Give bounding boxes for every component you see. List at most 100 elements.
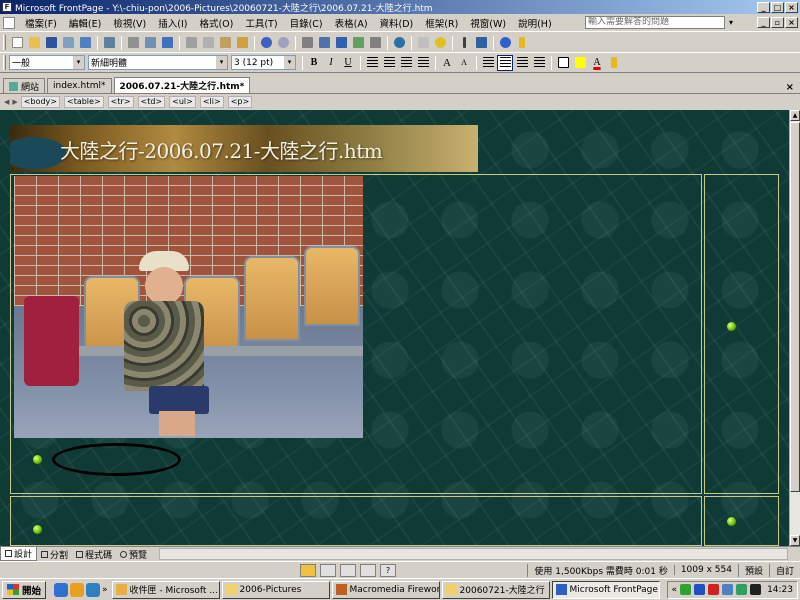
firefox-icon[interactable] xyxy=(86,582,101,597)
close-tab-icon[interactable]: × xyxy=(786,82,794,93)
page-banner[interactable]: 大陸之行-2006.07.21-大陸之行.htm xyxy=(10,125,478,172)
toolbar-options-icon[interactable] xyxy=(514,35,530,51)
web-component-icon[interactable] xyxy=(299,35,315,51)
tab-web-site[interactable]: 網站 xyxy=(3,78,46,93)
tray-expand-icon[interactable]: « xyxy=(672,585,678,595)
task-inbox[interactable]: 收件匣 - Microsoft ... xyxy=(111,580,220,599)
hyperlink-icon[interactable] xyxy=(391,35,407,51)
align-left-icon[interactable] xyxy=(364,55,380,71)
task-fireworks[interactable]: Macromedia Firewor... xyxy=(331,580,440,599)
numbering-icon[interactable] xyxy=(480,55,496,71)
internet-explorer-icon[interactable] xyxy=(54,582,69,597)
tab-index-html[interactable]: index.html* xyxy=(47,78,112,93)
increase-font-button[interactable]: A xyxy=(439,55,455,71)
drawing-icon[interactable] xyxy=(367,35,383,51)
task-frontpage[interactable]: Microsoft FrontPage ... xyxy=(551,580,660,599)
spelling-icon[interactable] xyxy=(159,35,175,51)
borders-icon[interactable] xyxy=(555,55,571,71)
chevron-down-icon[interactable]: ▾ xyxy=(216,56,227,69)
undo-icon[interactable] xyxy=(258,35,274,51)
stop-icon[interactable] xyxy=(432,35,448,51)
network-icon[interactable] xyxy=(680,584,692,595)
scroll-up-icon[interactable]: ▲ xyxy=(790,110,800,121)
bold-button[interactable]: B xyxy=(306,55,322,71)
table-cell-right[interactable] xyxy=(704,174,779,494)
scroll-down-icon[interactable]: ▼ xyxy=(790,535,800,546)
input-method-icon[interactable] xyxy=(750,584,762,595)
update-icon[interactable] xyxy=(736,584,748,595)
toggle-pane-icon[interactable] xyxy=(101,35,117,51)
horizontal-scrollbar[interactable] xyxy=(159,548,788,560)
menu-tools[interactable]: 工具(T) xyxy=(239,16,283,30)
paste-icon[interactable] xyxy=(217,35,233,51)
ime-icon[interactable] xyxy=(300,563,316,577)
tag-left-arrow-icon[interactable]: ◀ xyxy=(4,98,9,106)
font-color-button[interactable]: A xyxy=(589,55,605,71)
tag-table[interactable]: <table> xyxy=(63,96,104,108)
save-button[interactable] xyxy=(43,35,59,51)
toolbar-options-icon[interactable] xyxy=(606,55,622,71)
justify-icon[interactable] xyxy=(415,55,431,71)
view-split[interactable]: 分割 xyxy=(37,548,72,561)
chevron-down-icon[interactable]: ▾ xyxy=(73,56,84,69)
help-dropdown-arrow[interactable]: ▾ xyxy=(729,18,739,27)
menu-table[interactable]: 表格(A) xyxy=(329,16,374,30)
keyboard-icon[interactable] xyxy=(320,563,336,577)
tag-tr[interactable]: <tr> xyxy=(107,96,134,108)
align-right-icon[interactable] xyxy=(398,55,414,71)
help-question-input[interactable]: 輸入需要解答的問題 xyxy=(585,16,725,29)
insert-table-icon[interactable] xyxy=(316,35,332,51)
view-preview[interactable]: 預覽 xyxy=(116,548,151,561)
vertical-scrollbar[interactable]: ▲ ▼ xyxy=(789,110,800,546)
design-editor[interactable]: 大陸之行-2006.07.21-大陸之行.htm xyxy=(0,110,789,546)
increase-indent-icon[interactable] xyxy=(531,55,547,71)
clock[interactable]: 14:23 xyxy=(767,585,793,595)
redo-icon[interactable] xyxy=(275,35,291,51)
new-page-button[interactable] xyxy=(9,35,25,51)
chevron-down-icon[interactable]: ▾ xyxy=(284,56,295,69)
volume-icon[interactable] xyxy=(722,584,734,595)
menu-format[interactable]: 格式(O) xyxy=(193,16,239,30)
menu-data[interactable]: 資料(D) xyxy=(374,16,420,30)
preview-browser-icon[interactable] xyxy=(142,35,158,51)
bullets-icon[interactable] xyxy=(497,54,513,71)
help-icon[interactable]: ? xyxy=(380,563,396,577)
document-icon[interactable] xyxy=(3,16,15,29)
italic-button[interactable]: I xyxy=(323,55,339,71)
frontpage-app-icon[interactable]: F xyxy=(2,2,12,12)
close-button[interactable]: × xyxy=(785,1,798,13)
print-icon[interactable] xyxy=(125,35,141,51)
cut-icon[interactable] xyxy=(183,35,199,51)
tag-body[interactable]: <body> xyxy=(20,96,60,108)
menu-insert[interactable]: 插入(I) xyxy=(152,16,193,30)
view-design[interactable]: 設計 xyxy=(0,547,38,561)
tag-td[interactable]: <td> xyxy=(137,96,166,108)
download-time-status[interactable]: 使用 1,500Kbps 需費時 0:01 秒 xyxy=(527,563,673,577)
publish-icon[interactable] xyxy=(77,35,93,51)
quick-launch-overflow[interactable]: » xyxy=(102,585,108,595)
decrease-indent-icon[interactable] xyxy=(514,55,530,71)
menu-edit[interactable]: 編輯(E) xyxy=(63,16,107,30)
menu-contents[interactable]: 目錄(C) xyxy=(284,16,329,30)
doc-restore-button[interactable]: ▫ xyxy=(771,17,784,28)
open-button[interactable] xyxy=(26,35,42,51)
toolbar-grip[interactable] xyxy=(3,55,6,70)
refresh-icon[interactable] xyxy=(415,35,431,51)
insert-picture-icon[interactable] xyxy=(350,35,366,51)
table-cell-bottom[interactable] xyxy=(10,496,702,546)
anchor-icon[interactable] xyxy=(473,35,489,51)
style-select[interactable]: 一般 ▾ xyxy=(9,55,85,70)
tag-right-arrow-icon[interactable]: ▶ xyxy=(12,98,17,106)
help-icon[interactable] xyxy=(497,35,513,51)
scroll-thumb[interactable] xyxy=(790,122,800,492)
insert-layer-icon[interactable] xyxy=(333,35,349,51)
table-cell-bottom-right[interactable] xyxy=(704,496,779,546)
tab-current-page[interactable]: 2006.07.21-大陸之行.htm* xyxy=(113,77,251,93)
antivirus-icon[interactable] xyxy=(708,584,720,595)
tag-ul[interactable]: <ul> xyxy=(169,96,196,108)
task-2006-pictures[interactable]: 2006-Pictures xyxy=(221,580,330,599)
trip-photo[interactable] xyxy=(14,176,363,438)
font-size-select[interactable]: 3 (12 pt) ▾ xyxy=(231,55,296,70)
doc-minimize-button[interactable]: _ xyxy=(757,17,770,28)
start-button[interactable]: 開始 xyxy=(2,580,47,599)
